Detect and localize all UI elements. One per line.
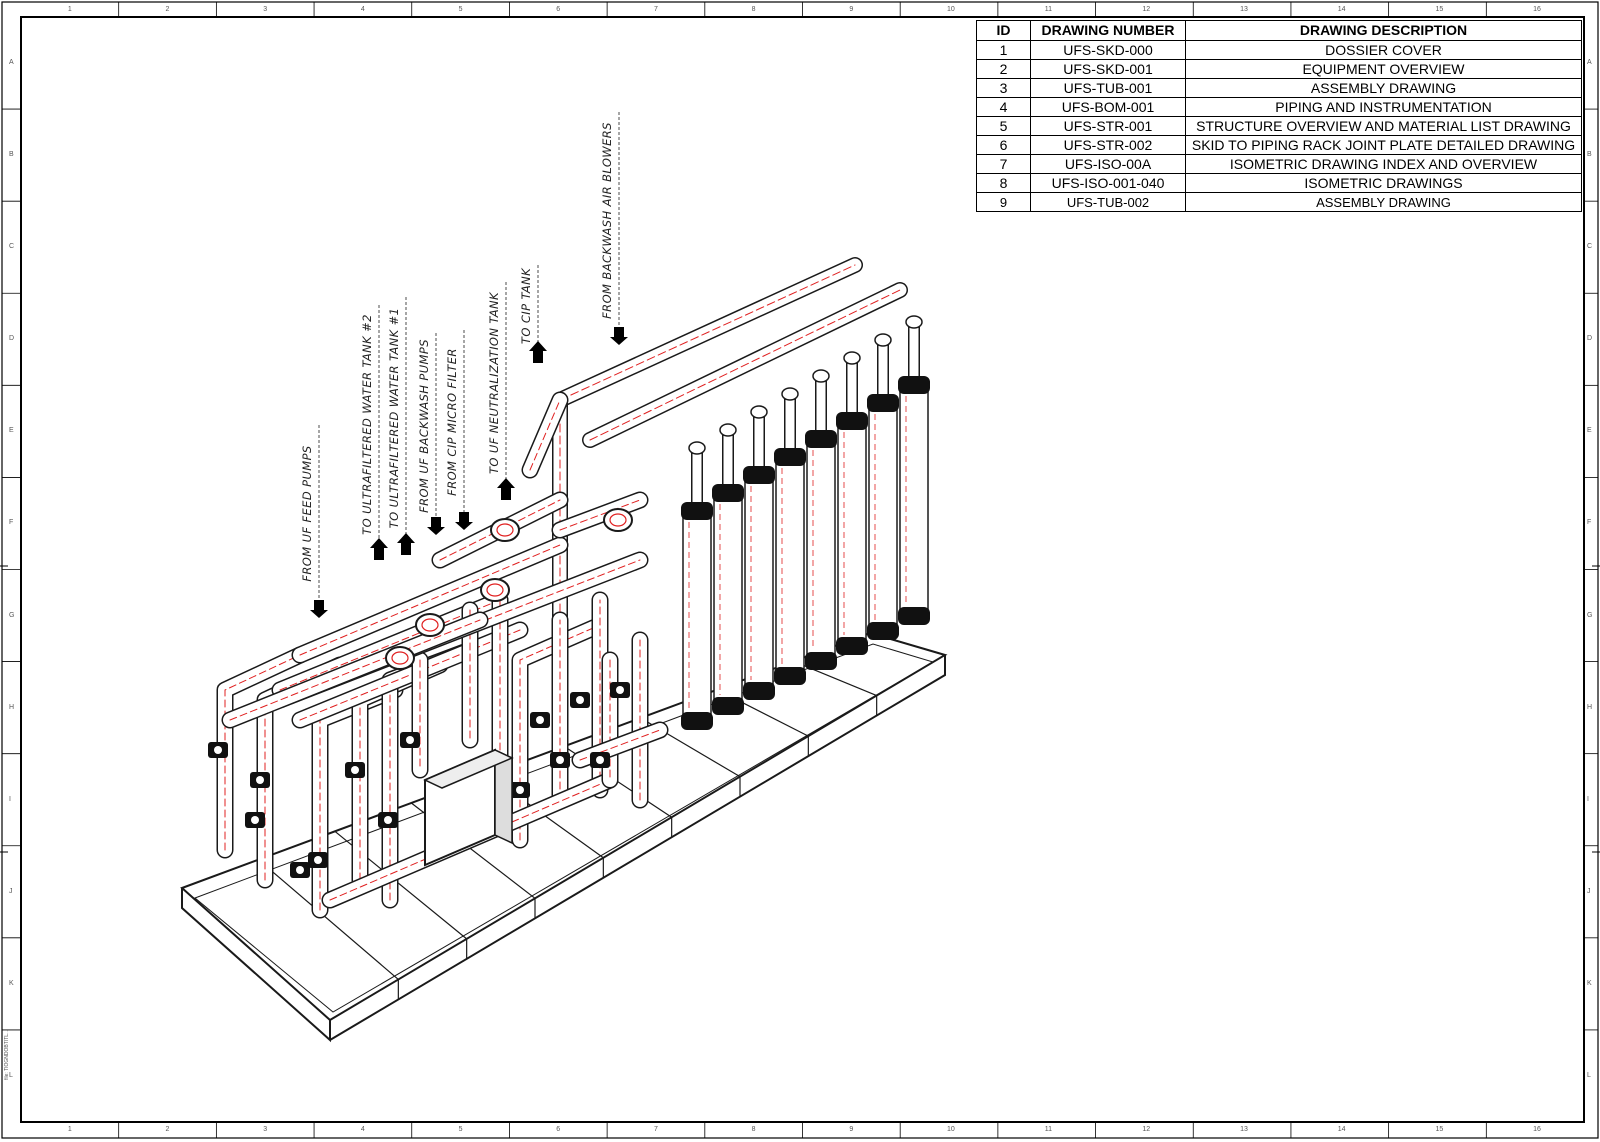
callout-label: TO ULTRAFILTERED WATER TANK #2 <box>360 314 374 535</box>
flange <box>603 508 633 532</box>
callout-label: FROM CIP MICRO FILTER <box>445 348 459 496</box>
valve <box>550 752 570 768</box>
membrane-module <box>898 315 930 625</box>
callout-label: TO UF NEUTRALIZATION TANK <box>487 291 501 474</box>
valve <box>345 762 365 778</box>
flange <box>415 613 445 637</box>
valve <box>245 812 265 828</box>
valve <box>208 742 228 758</box>
uf-skid-isometric-drawing: FROM UF FEED PUMPS TO ULTRAFILTERED WATER… <box>180 112 948 1043</box>
flow-callout: TO ULTRAFILTERED WATER TANK #1 <box>387 297 415 555</box>
callout-label: TO CIP TANK <box>519 267 533 344</box>
membrane-module <box>681 441 713 730</box>
membrane-module <box>867 333 899 640</box>
flow-callout: FROM CIP MICRO FILTER <box>445 330 473 530</box>
arrow-up-icon <box>370 538 388 560</box>
callout-label: TO ULTRAFILTERED WATER TANK #1 <box>387 308 401 529</box>
valve <box>590 752 610 768</box>
callout-label: FROM BACKWASH AIR BLOWERS <box>600 122 614 319</box>
valve <box>510 782 530 798</box>
membrane-module <box>743 405 775 700</box>
arrow-down-icon <box>310 600 328 618</box>
membrane-module <box>774 387 806 685</box>
flow-callout: TO ULTRAFILTERED WATER TANK #2 <box>360 305 388 560</box>
flow-callout: FROM UF FEED PUMPS <box>300 425 328 618</box>
arrow-down-icon <box>427 517 445 535</box>
arrow-down-icon <box>455 512 473 530</box>
flow-callout: FROM UF BACKWASH PUMPS <box>417 333 445 535</box>
valve <box>570 692 590 708</box>
valve <box>610 682 630 698</box>
flange <box>490 518 520 542</box>
flow-callout: TO CIP TANK <box>519 265 547 363</box>
valve <box>308 852 328 868</box>
flange <box>480 578 510 602</box>
valve <box>250 772 270 788</box>
arrow-up-icon <box>397 533 415 555</box>
flange <box>385 646 415 670</box>
membrane-module <box>712 423 744 715</box>
valve <box>530 712 550 728</box>
valve <box>378 812 398 828</box>
arrow-down-icon <box>610 327 628 345</box>
valve <box>400 732 420 748</box>
flow-callout: FROM BACKWASH AIR BLOWERS <box>600 112 628 345</box>
flow-callout: TO UF NEUTRALIZATION TANK <box>487 282 515 500</box>
callout-label: FROM UF BACKWASH PUMPS <box>417 339 431 513</box>
membrane-module <box>805 369 837 670</box>
valve <box>290 862 310 878</box>
callout-label: FROM UF FEED PUMPS <box>300 445 314 581</box>
membrane-module <box>836 351 868 655</box>
arrow-up-icon <box>497 478 515 500</box>
